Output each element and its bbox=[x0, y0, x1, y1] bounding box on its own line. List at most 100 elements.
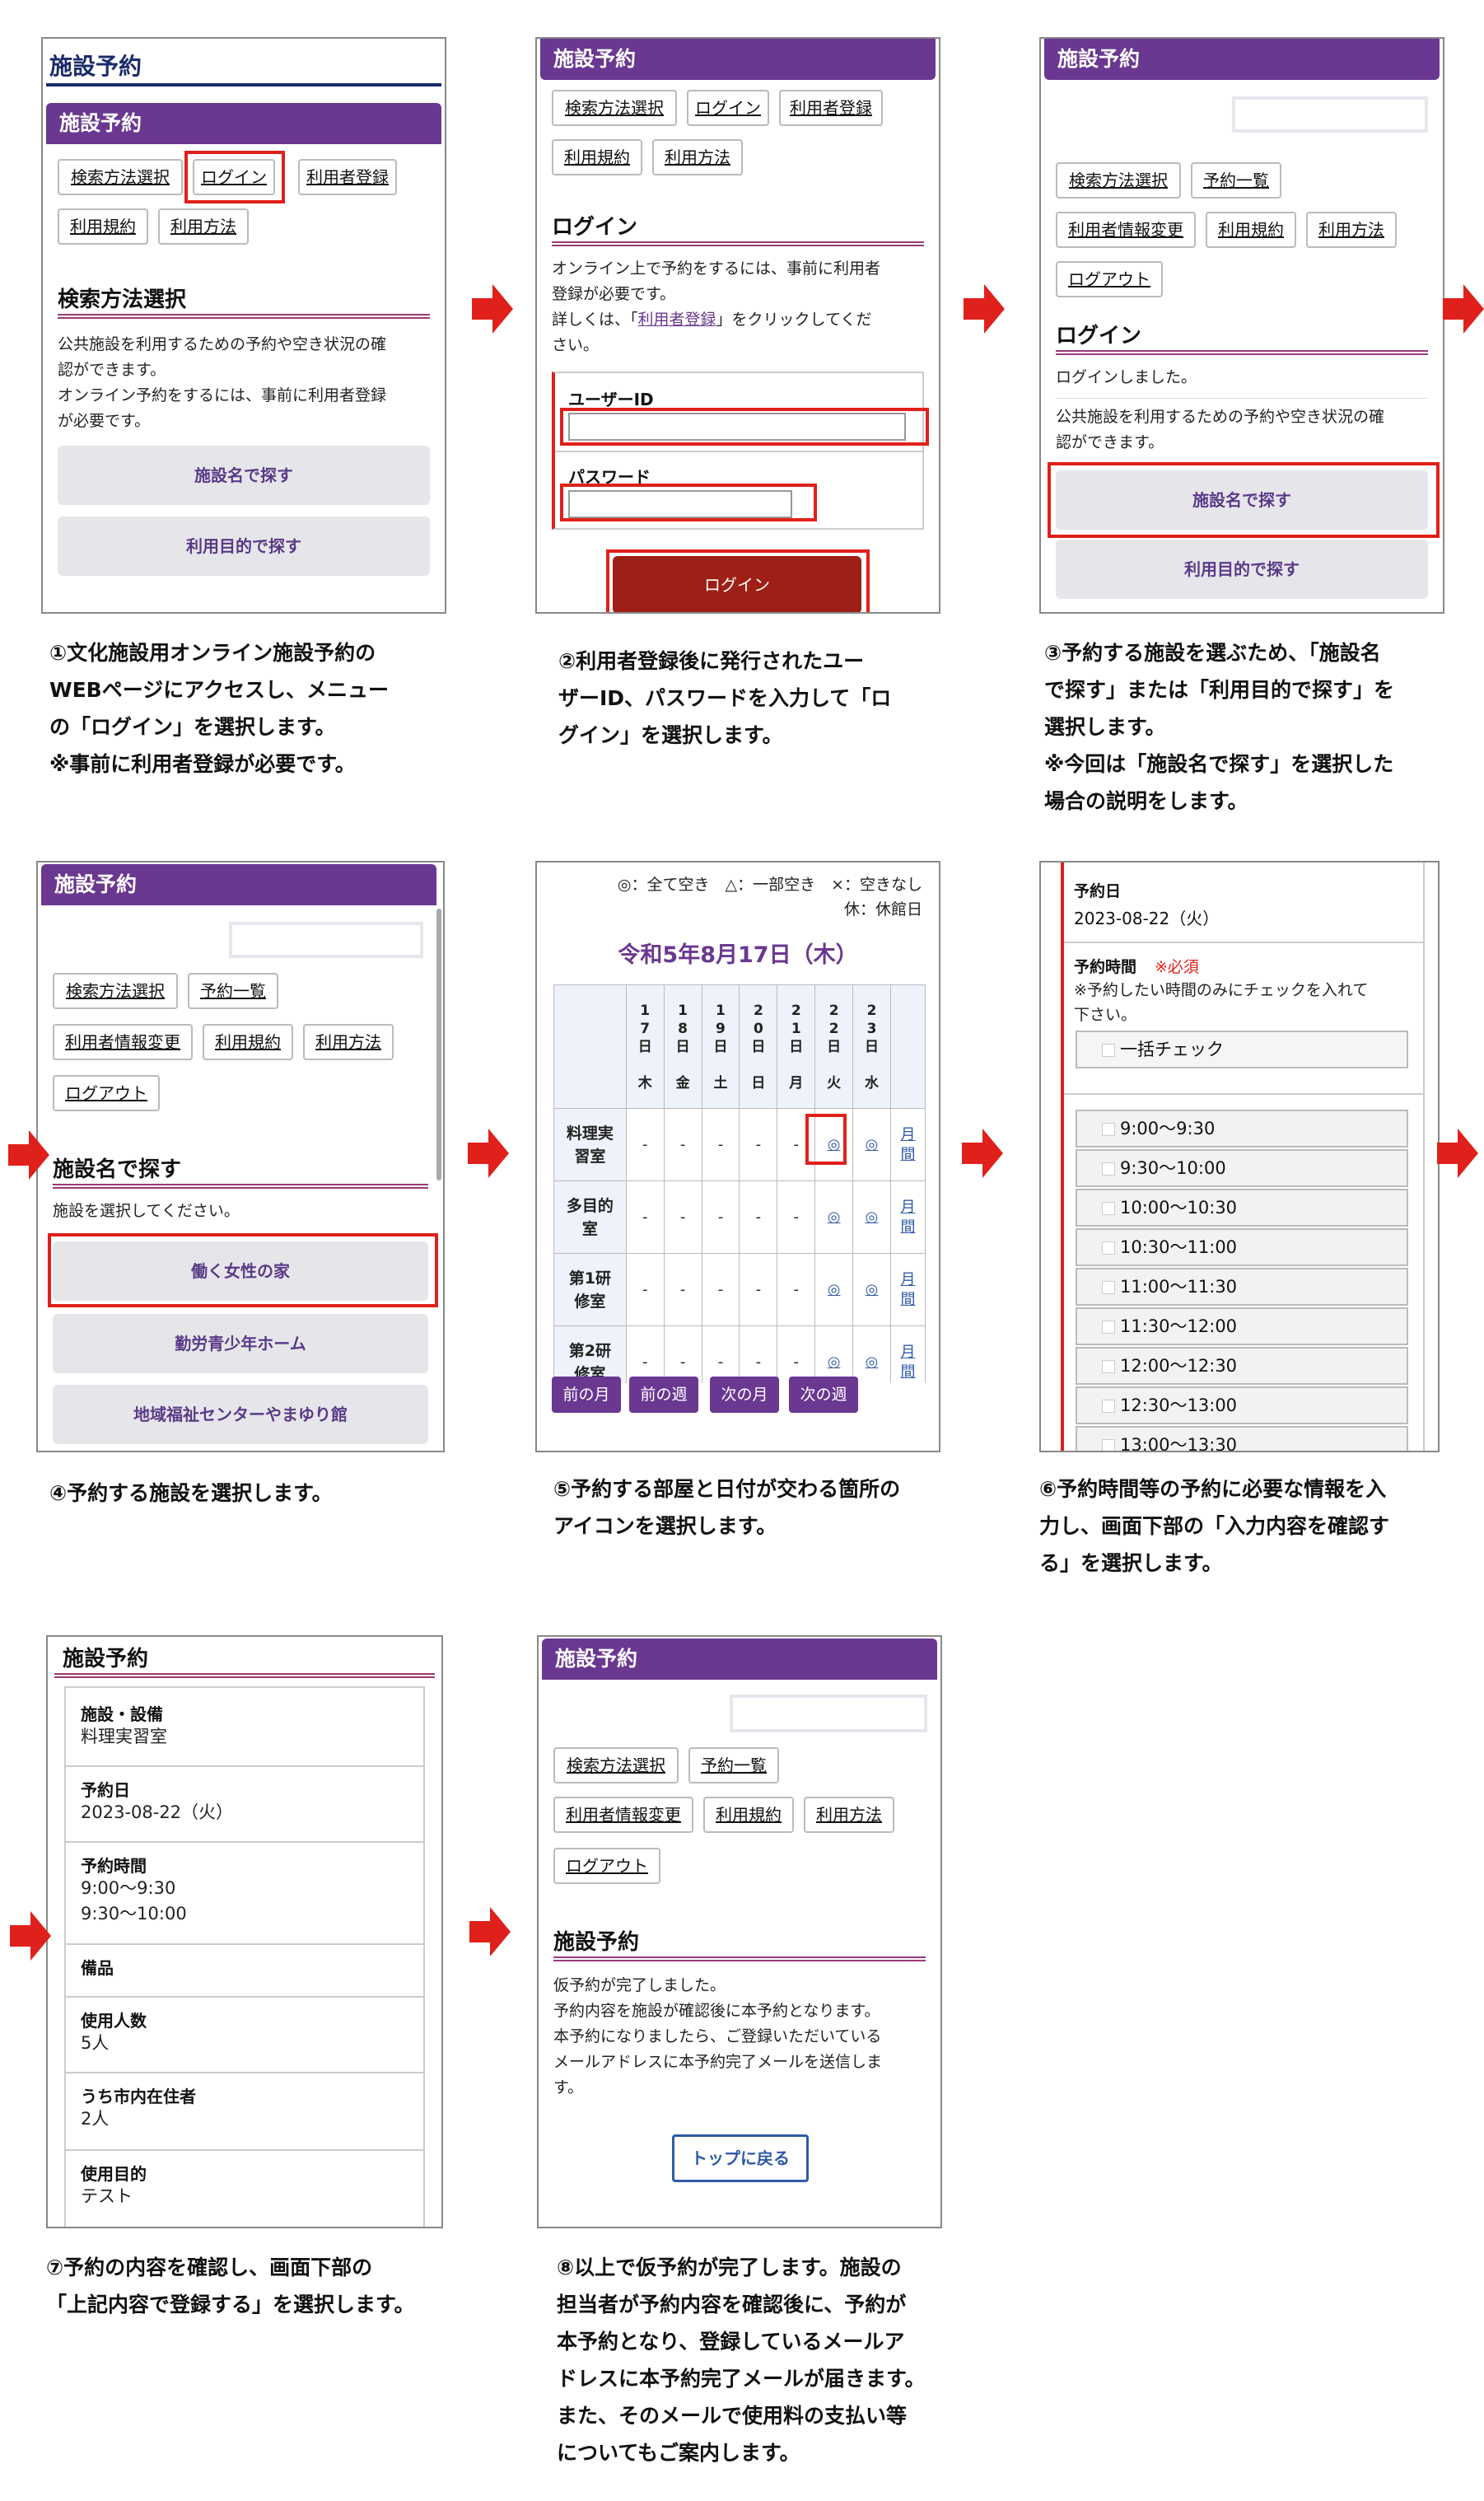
facility-select-text: 施設を選択してください。 bbox=[53, 1202, 240, 1220]
nav-reservation-list[interactable]: 予約一覧 bbox=[1191, 162, 1281, 199]
screenshot-4: 施設予約 検索方法選択 予約一覧 利用者情報変更 利用規約 利用方法 ログアウト… bbox=[36, 861, 445, 1452]
register-link[interactable]: 利用者登録 bbox=[638, 311, 716, 329]
calendar-date-title: 令和5年8月17日（木） bbox=[618, 942, 858, 968]
nav-user-info[interactable]: 利用者情報変更 bbox=[553, 1797, 693, 1833]
section-title: 検索方法選択 bbox=[58, 287, 187, 312]
step-3-text: ③予約する施設を選ぶため、「施設名 で探す」または「利用目的で探す」を 選択しま… bbox=[1044, 641, 1395, 813]
nav-user-info[interactable]: 利用者情報変更 bbox=[1056, 212, 1196, 248]
checkbox-icon[interactable] bbox=[1102, 1123, 1115, 1136]
room-row: 第1研 修室 - - - - - ◎ ◎ 月 間 bbox=[553, 1253, 926, 1326]
field-label: 予約日 bbox=[81, 1780, 130, 1800]
nav-login[interactable]: ログイン bbox=[687, 90, 769, 126]
prev-week-button[interactable]: 前の週 bbox=[629, 1377, 698, 1413]
checkbox-icon[interactable] bbox=[1102, 1360, 1115, 1373]
step-1-text: ①文化施設用オンライン施設予約の WEBページにアクセスし、メニュー の「ログイ… bbox=[49, 641, 389, 776]
available-cell[interactable]: ◎ bbox=[852, 1180, 891, 1254]
checkbox-icon[interactable] bbox=[1102, 1321, 1115, 1334]
checkbox-icon[interactable] bbox=[1102, 1044, 1115, 1057]
checkbox-icon[interactable] bbox=[1102, 1241, 1115, 1255]
bulk-check-button[interactable]: 一括チェック bbox=[1076, 1031, 1408, 1068]
field-value: 5人 bbox=[81, 2033, 110, 2053]
field-divider bbox=[64, 2149, 425, 2151]
available-cell[interactable]: ◎ bbox=[814, 1180, 854, 1254]
time-slot-0[interactable]: 9:00〜9:30 bbox=[1076, 1110, 1408, 1148]
availability-table: 1 7 日 木1 8 日 金1 9 日 土2 0 日 日2 1 日 月2 2 日… bbox=[553, 984, 926, 1399]
nav-reservation-list[interactable]: 予約一覧 bbox=[688, 1747, 779, 1783]
back-to-top-button[interactable]: トップに戻る bbox=[672, 2134, 809, 2182]
field-value: 2023-08-22（火） bbox=[81, 1802, 234, 1822]
time-slot-3[interactable]: 10:30〜11:00 bbox=[1076, 1228, 1408, 1266]
nav-terms[interactable]: 利用規約 bbox=[1206, 212, 1296, 248]
checkbox-icon[interactable] bbox=[1102, 1281, 1115, 1294]
nav-howto[interactable]: 利用方法 bbox=[652, 139, 743, 175]
form-border bbox=[1423, 862, 1425, 1451]
time-slot-4[interactable]: 11:00〜11:30 bbox=[1076, 1268, 1408, 1306]
nav-howto[interactable]: 利用方法 bbox=[158, 208, 249, 245]
highlight-selected-cell bbox=[805, 1114, 847, 1165]
reservation-date-label: 予約日 bbox=[1074, 882, 1122, 900]
time-slot-7[interactable]: 12:30〜13:00 bbox=[1076, 1386, 1408, 1424]
time-slot-label: 11:00〜11:30 bbox=[1120, 1277, 1238, 1297]
nav-terms[interactable]: 利用規約 bbox=[58, 208, 148, 245]
section-title: ログイン bbox=[1056, 324, 1142, 348]
nav-register[interactable]: 利用者登録 bbox=[779, 90, 883, 126]
highlight-facility-1 bbox=[48, 1233, 438, 1307]
section-divider bbox=[54, 1673, 435, 1678]
search-by-purpose-button[interactable]: 利用目的で探す bbox=[58, 517, 430, 576]
time-slot-8[interactable]: 13:00〜13:30 bbox=[1076, 1426, 1408, 1451]
nav-reservation-list[interactable]: 予約一覧 bbox=[188, 973, 278, 1009]
time-slot-6[interactable]: 12:00〜12:30 bbox=[1076, 1347, 1408, 1385]
nav-search-method[interactable]: 検索方法選択 bbox=[1056, 162, 1181, 199]
month-header bbox=[889, 984, 926, 1109]
nav-howto[interactable]: 利用方法 bbox=[1306, 212, 1397, 248]
nav-register[interactable]: 利用者登録 bbox=[298, 159, 397, 195]
available-cell[interactable]: ◎ bbox=[814, 1253, 854, 1326]
facility-button-3[interactable]: 地域福祉センターやまゆり館 bbox=[53, 1385, 428, 1444]
section-divider bbox=[58, 314, 430, 319]
search-by-facility-button[interactable]: 施設名で探す bbox=[58, 446, 430, 505]
time-note: ※予約したい時間のみにチェックを入れて 下さい。 bbox=[1074, 981, 1369, 1024]
nav-search-method[interactable]: 検索方法選択 bbox=[552, 90, 677, 126]
nav-terms[interactable]: 利用規約 bbox=[703, 1797, 794, 1833]
nav-terms[interactable]: 利用規約 bbox=[203, 1024, 293, 1060]
login-success-text: ログインしました。 bbox=[1056, 368, 1197, 386]
checkbox-icon[interactable] bbox=[1102, 1162, 1115, 1176]
search-by-purpose-button[interactable]: 利用目的で探す bbox=[1056, 540, 1428, 599]
reservation-date-value: 2023-08-22（火） bbox=[1074, 909, 1220, 928]
prev-month-button[interactable]: 前の月 bbox=[552, 1377, 621, 1413]
field-value: 2人 bbox=[81, 2109, 110, 2129]
nav-howto[interactable]: 利用方法 bbox=[804, 1797, 894, 1833]
nav-search-method[interactable]: 検索方法選択 bbox=[553, 1747, 679, 1783]
month-view-link[interactable]: 月 間 bbox=[889, 1180, 926, 1254]
time-slot-5[interactable]: 11:30〜12:00 bbox=[1076, 1307, 1408, 1345]
nav-search-method[interactable]: 検索方法選択 bbox=[53, 973, 178, 1009]
panel-header: 施設予約 bbox=[1044, 39, 1440, 80]
nav-search-method[interactable]: 検索方法選択 bbox=[58, 159, 183, 195]
next-week-button[interactable]: 次の週 bbox=[789, 1377, 858, 1413]
nav-user-info[interactable]: 利用者情報変更 bbox=[53, 1024, 193, 1060]
month-view-link[interactable]: 月 間 bbox=[889, 1108, 926, 1181]
available-cell[interactable]: ◎ bbox=[852, 1108, 891, 1181]
user-name-box bbox=[229, 922, 423, 958]
screenshot-3: 施設予約 検索方法選択 予約一覧 利用者情報変更 利用規約 利用方法 ログアウト… bbox=[1039, 37, 1444, 614]
time-slot-2[interactable]: 10:00〜10:30 bbox=[1076, 1189, 1408, 1227]
required-badge: ※必須 bbox=[1155, 958, 1199, 976]
time-slot-1[interactable]: 9:30〜10:00 bbox=[1076, 1149, 1408, 1187]
month-view-link[interactable]: 月 間 bbox=[889, 1253, 926, 1326]
checkbox-icon[interactable] bbox=[1102, 1202, 1115, 1215]
nav-logout[interactable]: ログアウト bbox=[53, 1075, 160, 1111]
nav-logout[interactable]: ログアウト bbox=[1056, 261, 1163, 297]
intro-text: 公共施設を利用するための予約や空き状況の確 認ができます。 bbox=[1056, 408, 1385, 451]
scrollbar[interactable] bbox=[436, 909, 441, 1180]
available-cell[interactable]: ◎ bbox=[852, 1253, 891, 1326]
next-month-button[interactable]: 次の月 bbox=[710, 1377, 779, 1413]
required-marker-bar bbox=[1061, 862, 1064, 1451]
facility-button-2[interactable]: 勤労青少年ホーム bbox=[53, 1314, 428, 1373]
field-value: 9:00〜9:30 9:30〜10:00 bbox=[81, 1878, 187, 1924]
nav-logout[interactable]: ログアウト bbox=[553, 1848, 660, 1884]
day-header-6: 2 3 日 水 bbox=[852, 984, 891, 1109]
checkbox-icon[interactable] bbox=[1102, 1439, 1115, 1451]
checkbox-icon[interactable] bbox=[1102, 1400, 1115, 1413]
nav-terms[interactable]: 利用規約 bbox=[552, 139, 642, 175]
nav-howto[interactable]: 利用方法 bbox=[303, 1024, 394, 1060]
